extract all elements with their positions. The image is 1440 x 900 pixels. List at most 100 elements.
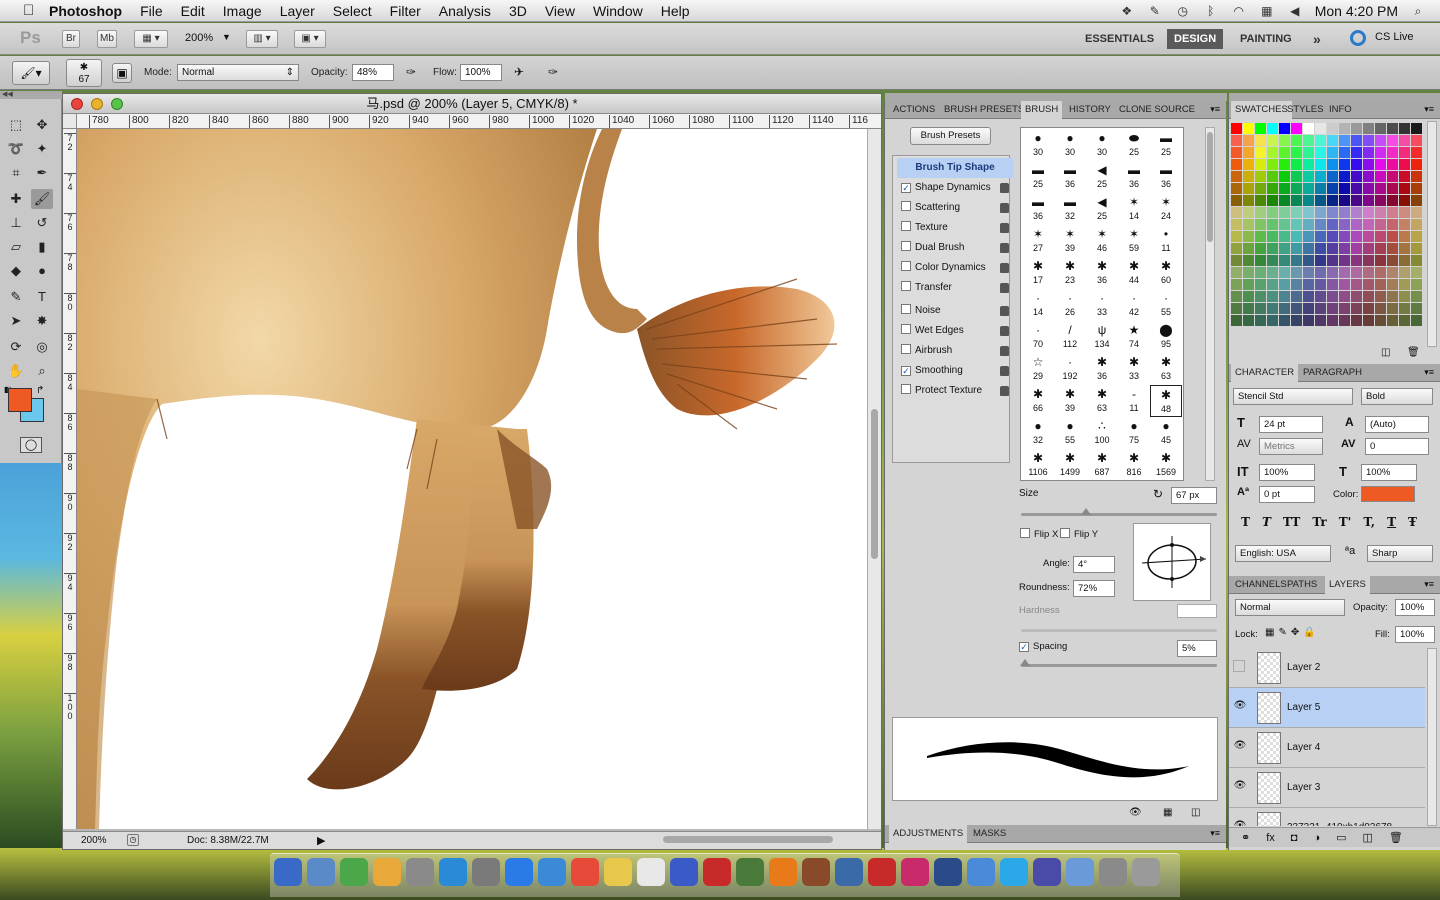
brush-tip[interactable]: · 26 [1054, 289, 1086, 321]
swatch[interactable] [1291, 267, 1302, 278]
brush-angle-widget[interactable] [1133, 523, 1211, 601]
superscript-button[interactable]: T' [1339, 515, 1352, 531]
swatch[interactable] [1339, 315, 1350, 326]
menu-edit[interactable]: Edit [172, 0, 214, 22]
swatch[interactable] [1327, 267, 1338, 278]
menu-3d[interactable]: 3D [500, 0, 536, 22]
tab-paragraph[interactable]: PARAGRAPH [1299, 364, 1366, 382]
font-style-dropdown[interactable]: Bold [1361, 388, 1433, 405]
brush-tip[interactable]: ◀ 25 [1086, 193, 1118, 225]
swatch[interactable] [1267, 147, 1278, 158]
lock-icon[interactable] [1000, 203, 1009, 213]
brush-presets-button[interactable]: Brush Presets [910, 127, 991, 145]
swatch[interactable] [1303, 171, 1314, 182]
dock-icon-safari[interactable] [439, 858, 467, 886]
swatch[interactable] [1363, 183, 1374, 194]
font-size-field[interactable]: 24 pt [1259, 416, 1323, 433]
swatch[interactable] [1303, 135, 1314, 146]
swatch[interactable] [1387, 147, 1398, 158]
swatch[interactable] [1399, 123, 1410, 134]
zoom-dropdown-icon[interactable]: ▼ [222, 32, 231, 42]
size-slider-thumb[interactable] [1081, 508, 1091, 515]
swatch[interactable] [1267, 243, 1278, 254]
apple-icon[interactable]:  [14, 0, 40, 22]
lasso-tool-icon[interactable]: ➰ [5, 139, 27, 159]
layer-fill-field[interactable]: 100% [1395, 626, 1435, 643]
gradient-tool-icon[interactable]: ▮ [31, 237, 53, 257]
tools-icon[interactable]: ✎ [1147, 3, 1163, 19]
swatch[interactable] [1411, 267, 1422, 278]
horizontal-scale-field[interactable]: 100% [1361, 464, 1417, 481]
mini-bridge-button[interactable]: Mb [97, 30, 117, 48]
swatch[interactable] [1243, 207, 1254, 218]
swatch[interactable] [1375, 207, 1386, 218]
lock-icon[interactable] [1000, 386, 1009, 396]
brush-tip[interactable]: ✶ 59 [1118, 225, 1150, 257]
swatch[interactable] [1243, 243, 1254, 254]
swatch[interactable] [1411, 303, 1422, 314]
swatch[interactable] [1231, 255, 1242, 266]
time-machine-icon[interactable]: ◷ [1175, 3, 1191, 19]
adjustments-menu-icon[interactable]: ▾≡ [1210, 828, 1220, 839]
swatch[interactable] [1291, 291, 1302, 302]
view-extras-button[interactable]: ▦ ▾ [134, 30, 168, 48]
swatch[interactable] [1231, 279, 1242, 290]
layer-opacity-field[interactable]: 100% [1395, 599, 1435, 616]
swatch[interactable] [1399, 243, 1410, 254]
brush-tip[interactable]: · 70 [1022, 321, 1054, 353]
swatch[interactable] [1363, 267, 1374, 278]
swatch[interactable] [1243, 267, 1254, 278]
visibility-eye-icon[interactable]: 👁 [1233, 780, 1247, 794]
swatch[interactable] [1375, 303, 1386, 314]
flip-x-checkbox[interactable]: Flip X [1020, 528, 1058, 540]
brush-option-checkbox[interactable] [901, 201, 911, 211]
size-slider[interactable] [1021, 513, 1217, 516]
size-field[interactable]: 67 px [1171, 487, 1217, 504]
swatch[interactable] [1375, 219, 1386, 230]
dock-icon-indesign[interactable] [901, 858, 929, 886]
swatch[interactable] [1291, 231, 1302, 242]
swatch[interactable] [1279, 159, 1290, 170]
swatch[interactable] [1339, 195, 1350, 206]
tab-character[interactable]: CHARACTER [1231, 364, 1299, 382]
brush-tip[interactable]: ▬ 25 [1022, 161, 1054, 193]
swatch[interactable] [1267, 231, 1278, 242]
swatch[interactable] [1399, 219, 1410, 230]
swap-colors-icon[interactable]: ↱ [36, 385, 44, 396]
swatch[interactable] [1291, 207, 1302, 218]
workspace-design[interactable]: DESIGN [1167, 29, 1224, 49]
swatch[interactable] [1279, 255, 1290, 266]
tab-brush[interactable]: BRUSH [1021, 101, 1063, 119]
strikethrough-button[interactable]: Ŧ [1408, 515, 1417, 531]
swatch[interactable] [1339, 303, 1350, 314]
dock-icon-dashboard[interactable] [307, 858, 335, 886]
swatch[interactable] [1279, 171, 1290, 182]
swatch[interactable] [1291, 147, 1302, 158]
brush-tip[interactable]: ✱ 44 [1118, 257, 1150, 289]
swatch[interactable] [1339, 123, 1350, 134]
swatch[interactable] [1399, 303, 1410, 314]
menu-file[interactable]: File [131, 0, 172, 22]
swatch[interactable] [1231, 183, 1242, 194]
brush-tip[interactable]: ● 30 [1054, 129, 1086, 161]
swatch[interactable] [1351, 123, 1362, 134]
brush-option-checkbox[interactable] [901, 304, 911, 314]
swatch[interactable] [1351, 171, 1362, 182]
lock-icons[interactable]: ▦✎✥🔒 [1265, 627, 1320, 638]
swatch[interactable] [1375, 123, 1386, 134]
menu-image[interactable]: Image [214, 0, 271, 22]
tab-clone-source[interactable]: CLONE SOURCE [1115, 101, 1199, 119]
brush-option-checkbox[interactable] [901, 384, 911, 394]
dock-icon-finder[interactable] [274, 858, 302, 886]
swatch[interactable] [1351, 315, 1362, 326]
swatch[interactable] [1267, 135, 1278, 146]
brush-tip[interactable]: ✱ 63 [1150, 353, 1182, 385]
adjustment-layer-icon[interactable]: ◑ [1313, 828, 1320, 847]
swatch[interactable] [1267, 303, 1278, 314]
kerning-dropdown[interactable]: Metrics [1259, 438, 1323, 455]
swatch[interactable] [1255, 315, 1266, 326]
swatch[interactable] [1243, 255, 1254, 266]
swatch[interactable] [1267, 291, 1278, 302]
swatch[interactable] [1363, 303, 1374, 314]
tab-layers[interactable]: LAYERS [1325, 576, 1370, 594]
